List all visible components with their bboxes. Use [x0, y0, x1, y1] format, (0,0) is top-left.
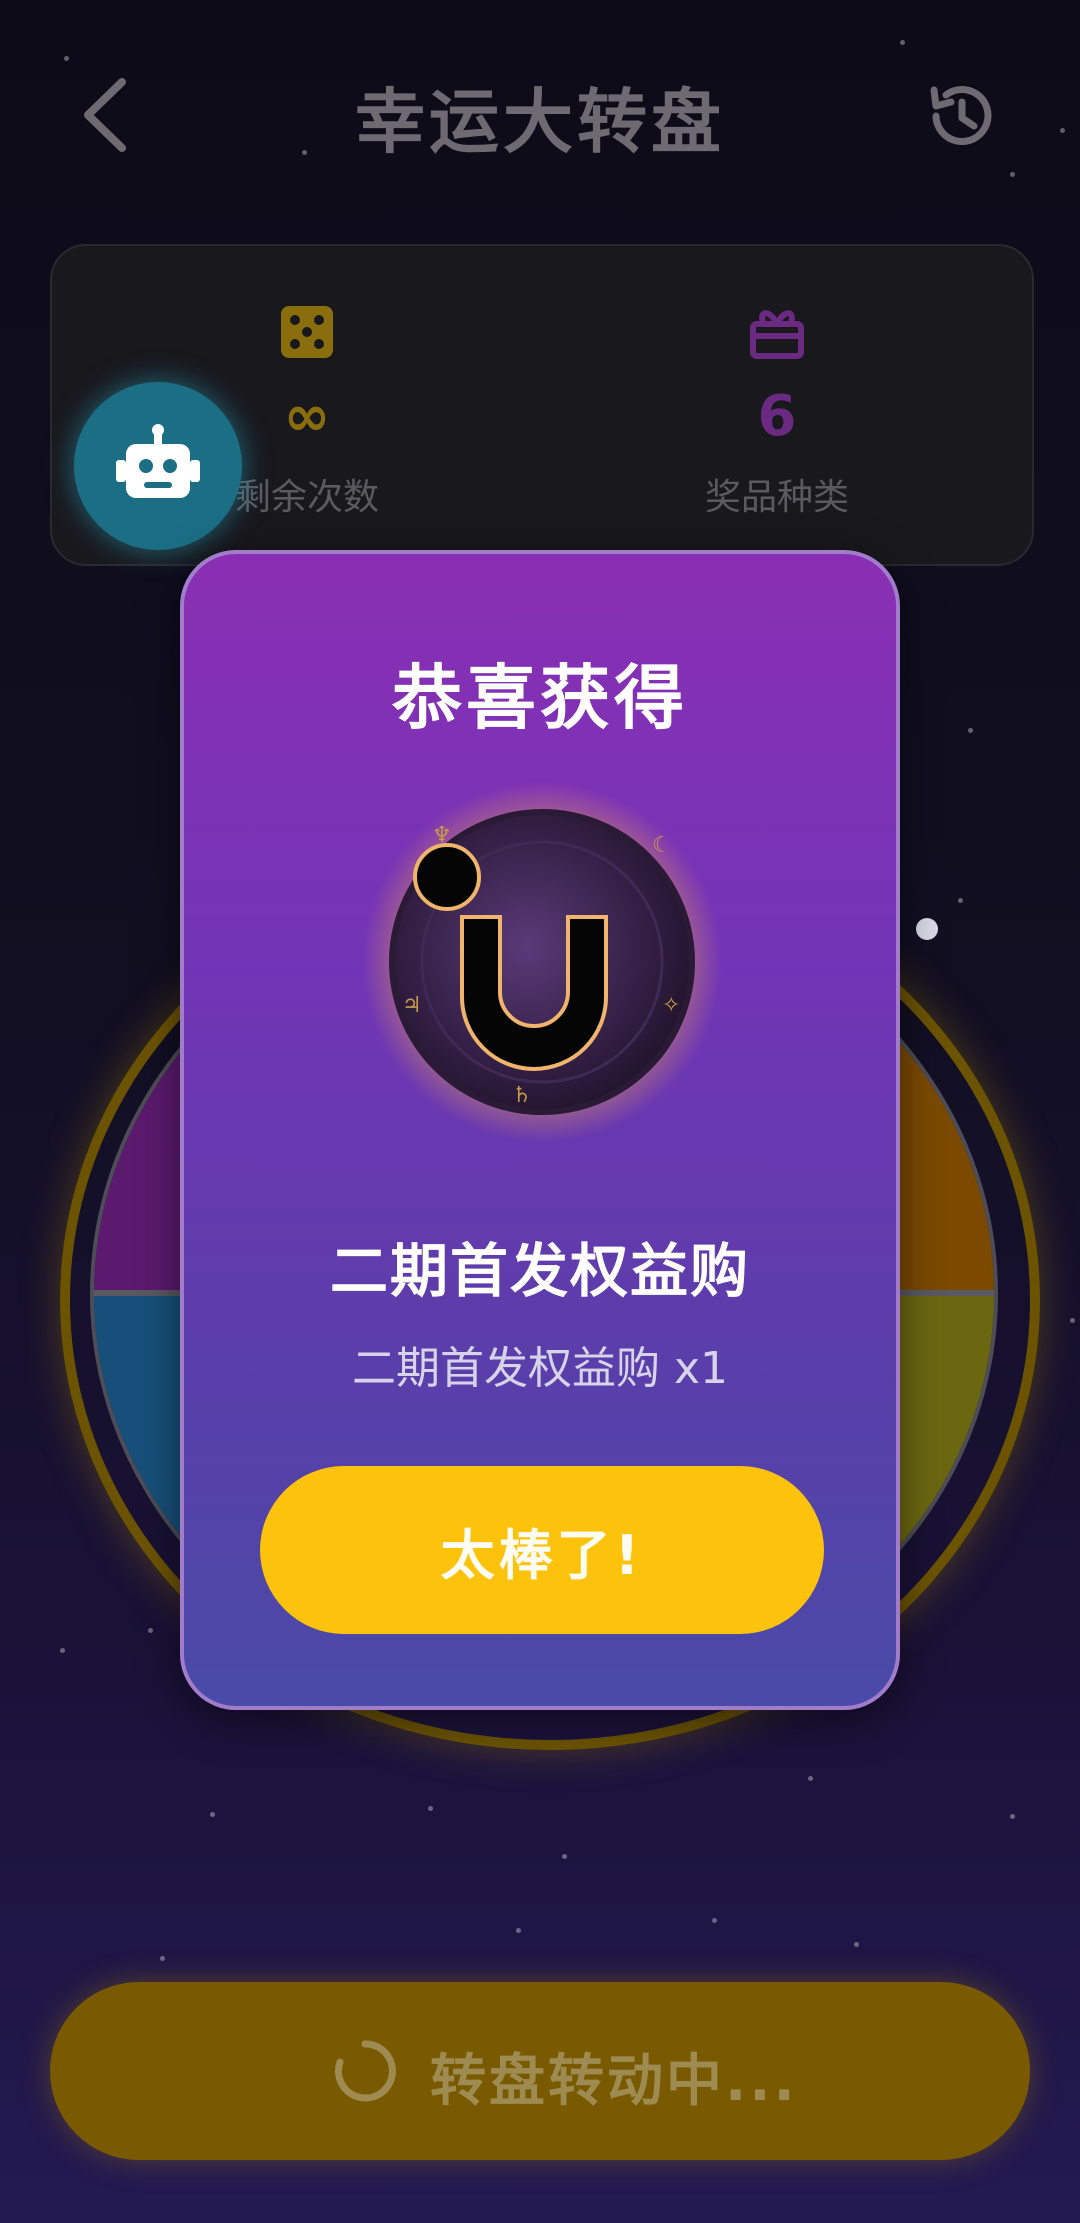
prize-image: ♆ ☾ ♃ ✧ ♄	[362, 782, 722, 1142]
prize-result-modal: 恭喜获得 ♆ ☾ ♃ ✧ ♄ 二期首发权益购 二期首发权益购 x1 太棒了!	[180, 550, 900, 1710]
history-button[interactable]	[920, 76, 1000, 156]
prize-detail: 二期首发权益购 x1	[351, 1343, 729, 1394]
history-clock-icon	[930, 86, 992, 145]
prize-types-label: 奖品种类	[704, 477, 849, 518]
confirm-button[interactable]: 太棒了!	[260, 1466, 824, 1634]
prize-types-value: 6	[757, 384, 797, 449]
page-title: 幸运大转盘	[355, 81, 725, 163]
top-bar: 幸运大转盘	[0, 0, 1080, 230]
spin-button[interactable]: 转盘转动中...	[50, 1982, 1030, 2160]
prize-name: 二期首发权益购	[329, 1237, 750, 1305]
loading-spinner-icon	[334, 2040, 396, 2102]
svg-text:☾: ☾	[652, 833, 672, 858]
assistant-button[interactable]	[74, 382, 242, 550]
robot-icon	[116, 424, 200, 498]
svg-text:✧: ✧	[662, 993, 680, 1018]
svg-text:♆: ♆	[432, 823, 452, 848]
dice-icon	[281, 306, 333, 358]
wheel-pointer-dot	[916, 918, 938, 940]
svg-text:♃: ♃	[402, 993, 422, 1018]
prize-types-stat: 6 奖品种类	[542, 246, 1012, 564]
spin-button-label: 转盘转动中...	[430, 2049, 798, 2114]
svg-text:♄: ♄	[512, 1083, 532, 1108]
modal-title: 恭喜获得	[392, 657, 688, 739]
gift-icon	[750, 310, 804, 359]
